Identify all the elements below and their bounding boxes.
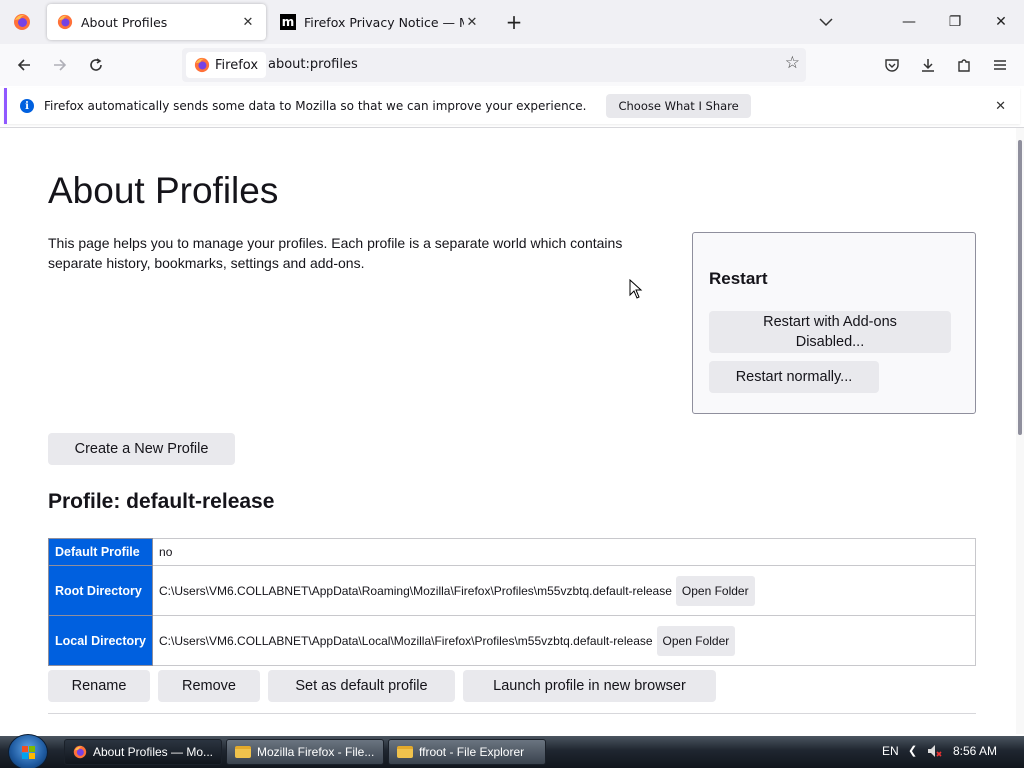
scrollbar-thumb[interactable] <box>1018 140 1022 435</box>
url-bar[interactable]: Firefox about:profiles ☆ <box>182 48 806 82</box>
taskbar-item-mozilla-firefox-explorer[interactable]: Mozilla Firefox - File... <box>226 739 384 765</box>
firefox-icon <box>14 14 30 30</box>
close-tab-icon[interactable]: ✕ <box>240 14 256 30</box>
menu-button[interactable] <box>984 49 1016 81</box>
firefox-view-button[interactable] <box>0 0 44 44</box>
table-row: Default Profile no <box>47 538 976 566</box>
navigation-toolbar: Firefox about:profiles ☆ <box>0 44 1024 86</box>
notification-message: Firefox automatically sends some data to… <box>44 99 587 113</box>
open-root-folder-button[interactable]: Open Folder <box>675 575 755 606</box>
identity-label: Firefox <box>215 57 259 73</box>
pocket-icon <box>885 59 899 72</box>
profile-heading: Profile: default-release <box>48 490 275 513</box>
taskbar-item-label: ffroot - File Explorer <box>419 745 525 759</box>
row-label: Default Profile <box>47 538 154 566</box>
open-local-folder-button[interactable]: Open Folder <box>656 625 736 656</box>
forward-button[interactable] <box>44 49 76 81</box>
row-label: Local Directory <box>47 615 154 666</box>
clock[interactable]: 8:56 AM <box>953 744 997 758</box>
pocket-button[interactable] <box>876 49 908 81</box>
identity-box[interactable]: Firefox <box>186 52 267 78</box>
row-value: C:\Users\VM6.COLLABNET\AppData\Roaming\M… <box>159 583 672 598</box>
back-button[interactable] <box>8 49 40 81</box>
show-hidden-icons-chevron-icon[interactable]: ❮ <box>908 744 917 757</box>
folder-icon <box>397 746 413 758</box>
tab-title: Firefox Privacy Notice — Mozilla <box>304 14 464 30</box>
page-scrollbar[interactable] <box>1016 128 1024 734</box>
restart-addons-disabled-button[interactable]: Restart with Add-ons Disabled... <box>709 311 951 353</box>
list-all-tabs-button[interactable] <box>804 0 848 44</box>
close-window-button[interactable]: ✕ <box>978 0 1024 44</box>
table-row: Root Directory C:\Users\VM6.COLLABNET\Ap… <box>47 565 976 616</box>
taskbar-item-label: About Profiles — Mo... <box>92 745 213 759</box>
url-input[interactable]: about:profiles <box>268 57 358 72</box>
choose-what-i-share-button[interactable]: Choose What I Share <box>606 94 751 118</box>
puzzle-icon <box>958 59 970 72</box>
taskbar: About Profiles — Mo... Mozilla Firefox -… <box>0 734 1024 768</box>
new-tab-button[interactable]: + <box>494 0 534 44</box>
firefox-icon <box>73 745 87 759</box>
page-content: About Profiles This page helps you to ma… <box>0 128 1016 734</box>
set-default-profile-button[interactable]: Set as default profile <box>268 670 455 702</box>
tab-title: About Profiles <box>81 14 168 30</box>
taskbar-item-about-profiles[interactable]: About Profiles — Mo... <box>64 739 222 765</box>
launch-profile-button[interactable]: Launch profile in new browser <box>463 670 716 702</box>
row-value: C:\Users\VM6.COLLABNET\AppData\Local\Moz… <box>159 633 653 648</box>
reload-icon <box>90 58 102 71</box>
chevron-down-icon <box>819 18 833 27</box>
mouse-cursor-icon <box>629 279 643 299</box>
row-cell: C:\Users\VM6.COLLABNET\AppData\Roaming\M… <box>152 565 976 616</box>
row-label: Root Directory <box>47 565 154 616</box>
mozilla-icon: m <box>280 14 296 30</box>
hamburger-menu-icon <box>994 60 1006 70</box>
language-indicator[interactable]: EN <box>882 744 899 758</box>
data-collection-notification: i Firefox automatically sends some data … <box>4 88 1020 124</box>
rename-button[interactable]: Rename <box>48 670 150 702</box>
tab-about-profiles[interactable]: About Profiles ✕ <box>47 4 266 40</box>
remove-button[interactable]: Remove <box>158 670 260 702</box>
extensions-button[interactable] <box>948 49 980 81</box>
info-icon: i <box>20 99 34 113</box>
taskbar-item-ffroot-explorer[interactable]: ffroot - File Explorer <box>388 739 546 765</box>
firefox-icon <box>57 14 73 30</box>
windows-logo-icon <box>22 746 35 759</box>
create-new-profile-button[interactable]: Create a New Profile <box>48 433 235 465</box>
profile-separator <box>48 713 976 714</box>
page-intro: This page helps you to manage your profi… <box>48 235 623 271</box>
back-arrow-icon <box>17 59 30 71</box>
close-tab-icon[interactable]: ✕ <box>464 14 480 30</box>
restart-normally-button[interactable]: Restart normally... <box>709 361 879 393</box>
tab-privacy-notice[interactable]: m Firefox Privacy Notice — Mozilla ✕ <box>270 4 490 40</box>
page-title: About Profiles <box>48 170 279 211</box>
folder-icon <box>235 746 251 758</box>
start-button[interactable] <box>8 734 48 768</box>
taskbar-item-label: Mozilla Firefox - File... <box>257 745 375 759</box>
firefox-icon <box>194 57 210 73</box>
restart-heading: Restart <box>709 269 768 288</box>
bookmark-star-icon[interactable]: ☆ <box>785 53 800 73</box>
downloads-button[interactable] <box>912 49 944 81</box>
row-value: no <box>152 538 976 566</box>
restore-button[interactable]: ❐ <box>932 0 978 44</box>
table-row: Local Directory C:\Users\VM6.COLLABNET\A… <box>47 615 976 666</box>
minimize-button[interactable]: — <box>886 0 932 44</box>
forward-arrow-icon <box>54 59 67 71</box>
reload-button[interactable] <box>80 49 112 81</box>
row-cell: C:\Users\VM6.COLLABNET\AppData\Local\Moz… <box>152 615 976 666</box>
restart-box: Restart Restart with Add-ons Disabled...… <box>692 232 976 414</box>
close-notification-icon[interactable]: ✕ <box>995 99 1006 114</box>
profile-table: Default Profile no Root Directory C:\Use… <box>47 538 976 666</box>
volume-muted-icon[interactable] <box>926 743 942 762</box>
download-icon <box>922 59 934 72</box>
tab-strip: About Profiles ✕ m Firefox Privacy Notic… <box>0 0 1024 44</box>
